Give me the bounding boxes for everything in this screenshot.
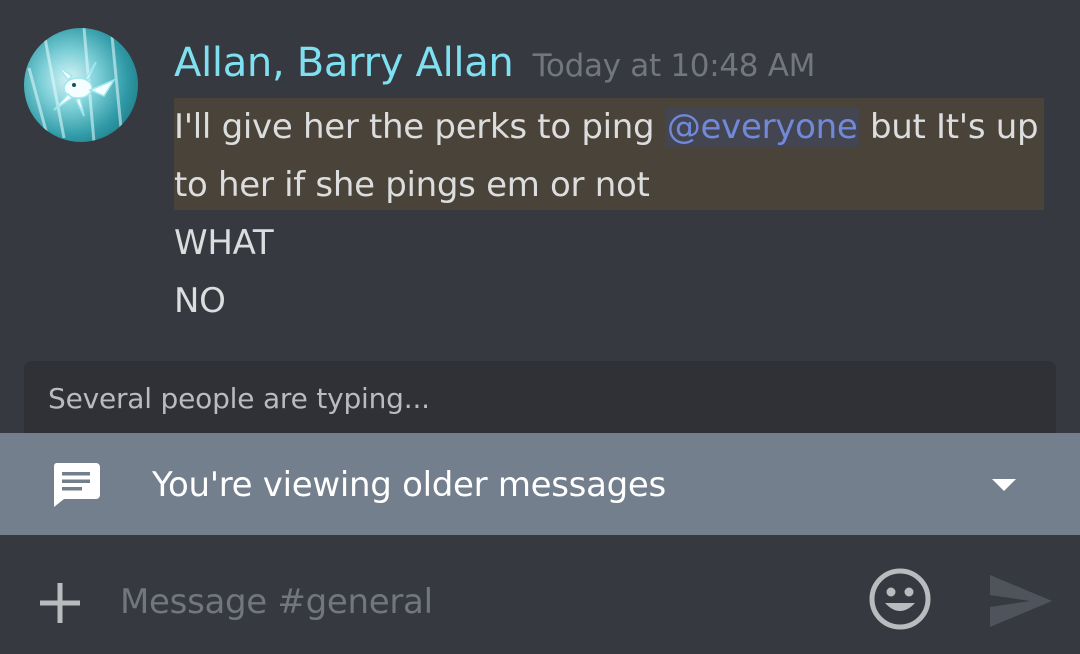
- message-input[interactable]: [120, 573, 820, 631]
- older-messages-label: You're viewing older messages: [152, 465, 666, 505]
- message-timestamp: Today at 10:48 AM: [532, 48, 816, 84]
- message-text: but It's up: [859, 107, 1039, 147]
- message-line: WHAT: [174, 223, 274, 263]
- message-header: Allan, Barry Allan Today at 10:48 AM: [174, 38, 815, 88]
- everyone-mention[interactable]: @everyone: [664, 107, 860, 147]
- chat-icon: [53, 463, 100, 507]
- message-composer: [0, 535, 1080, 654]
- message-line: NO: [174, 281, 226, 321]
- older-messages-banner[interactable]: You're viewing older messages: [0, 433, 1080, 535]
- chat-screen: Allan, Barry Allan Today at 10:48 AM I'l…: [0, 0, 1080, 654]
- chevron-down-icon[interactable]: [990, 473, 1018, 497]
- avatar[interactable]: [24, 28, 138, 142]
- send-icon[interactable]: [988, 573, 1054, 629]
- message-text: I'll give her the perks to ping: [174, 107, 665, 147]
- author-name[interactable]: Allan, Barry Allan: [174, 40, 514, 86]
- emoji-icon[interactable]: [868, 567, 932, 631]
- plus-icon[interactable]: [36, 579, 84, 627]
- typing-text: Several people are typing...: [48, 382, 430, 415]
- message-line: to her if she pings em or not: [174, 165, 650, 205]
- message-line: I'll give her the perks to ping @everyon…: [174, 98, 1039, 156]
- chat-message[interactable]: Allan, Barry Allan Today at 10:48 AM I'l…: [0, 0, 1080, 350]
